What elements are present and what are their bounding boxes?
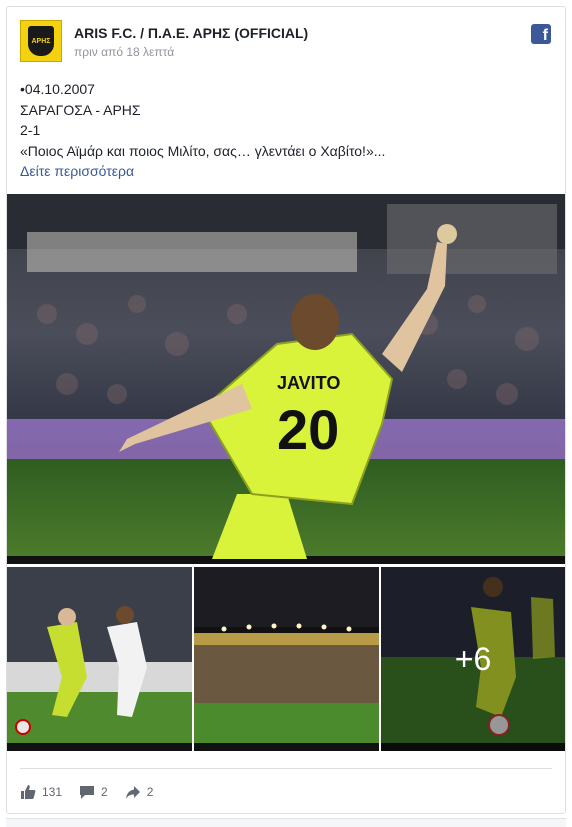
more-photos-overlay[interactable]: +6 xyxy=(381,567,565,751)
facebook-icon[interactable]: f xyxy=(531,24,551,44)
share-icon xyxy=(125,786,140,799)
comment-icon xyxy=(80,786,95,799)
shares-stat[interactable]: 2 xyxy=(125,784,154,800)
post-text-line: •04.10.2007 xyxy=(20,81,95,97)
post-card: ΑΡΗΣ ARIS F.C. / Π.Α.Ε. ΑΡΗΣ (OFFICIAL) … xyxy=(6,6,566,814)
crest-text: ΑΡΗΣ xyxy=(31,37,51,45)
likes-stat[interactable]: 131 xyxy=(20,784,62,800)
jersey-number: 20 xyxy=(277,398,339,461)
like-icon xyxy=(21,785,36,799)
club-crest-logo: ΑΡΗΣ xyxy=(28,26,54,56)
page-name[interactable]: ARIS F.C. / Π.Α.Ε. ΑΡΗΣ (OFFICIAL) xyxy=(74,25,308,41)
shares-count: 2 xyxy=(146,785,154,799)
comments-stat[interactable]: 2 xyxy=(79,784,108,800)
post-stats: 131 2 2 xyxy=(20,782,170,802)
thumbnail-photo-2[interactable] xyxy=(194,567,379,751)
jersey-name: JAVITO xyxy=(277,373,340,393)
comments-count: 2 xyxy=(101,785,108,799)
post-timestamp[interactable]: πριν από 18 λεπτά xyxy=(74,45,174,59)
divider xyxy=(20,768,552,769)
thumbnail-photo-1[interactable] xyxy=(7,567,192,751)
photo-thumbnails: +6 xyxy=(7,567,565,751)
main-photo[interactable]: JAVITO 20 xyxy=(7,194,565,564)
post-text: •04.10.2007 ΣΑΡΑΓΟΣΑ - ΑΡΗΣ 2-1 «Ποιος Α… xyxy=(20,79,385,182)
post-text-line: ΣΑΡΑΓΟΣΑ - ΑΡΗΣ xyxy=(20,101,141,118)
post-text-line: «Ποιος Αϊμάρ και ποιος Μιλίτο, σας… γλεν… xyxy=(20,142,386,159)
thumbnail-image xyxy=(7,567,192,751)
likes-count: 131 xyxy=(42,785,63,799)
page-avatar[interactable]: ΑΡΗΣ xyxy=(20,20,62,62)
see-more-link[interactable]: Δείτε περισσότερα xyxy=(20,161,385,182)
post-text-line: 2-1 xyxy=(20,122,41,138)
post-header: ΑΡΗΣ ARIS F.C. / Π.Α.Ε. ΑΡΗΣ (OFFICIAL) … xyxy=(20,20,552,68)
thumbnail-photo-3[interactable]: +6 xyxy=(381,567,565,751)
more-photos-count: +6 xyxy=(454,640,492,677)
main-photo-image: JAVITO 20 xyxy=(7,194,565,564)
thumbnail-image xyxy=(194,567,379,751)
